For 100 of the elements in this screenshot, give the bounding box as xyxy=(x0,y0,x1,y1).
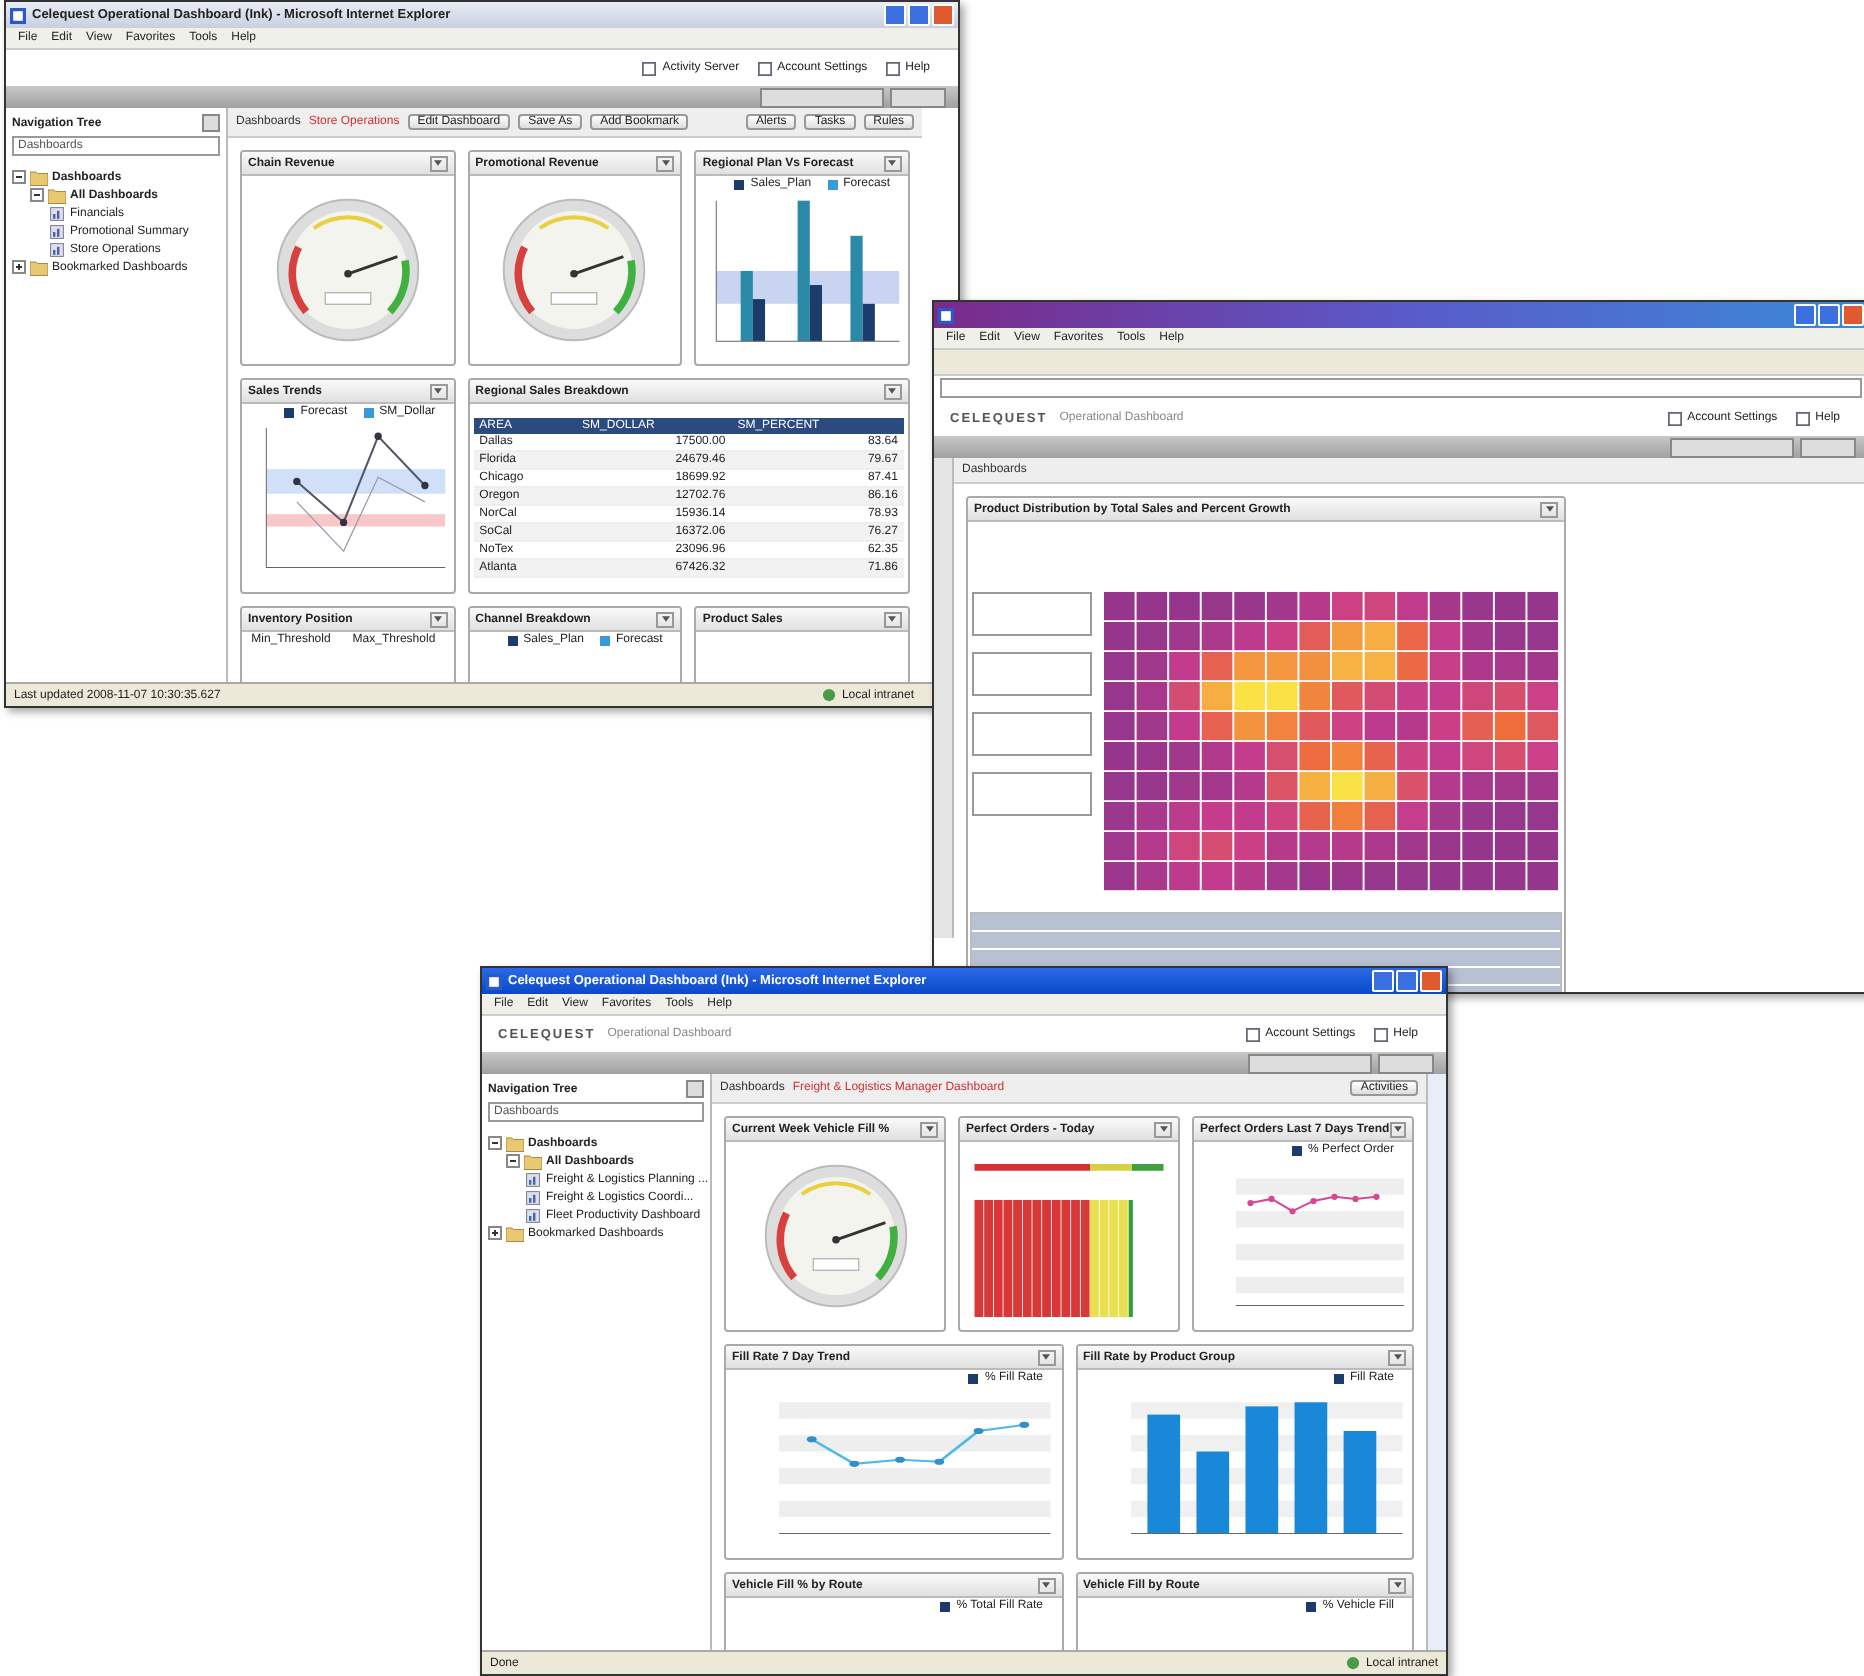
panel-menu-button[interactable] xyxy=(429,383,448,399)
filter-field[interactable] xyxy=(972,772,1092,816)
maximize-button[interactable] xyxy=(1396,970,1418,992)
tree-toggle[interactable] xyxy=(12,260,26,274)
tree-toggle[interactable] xyxy=(30,188,44,202)
data-point xyxy=(339,518,348,527)
panel-menu-button[interactable] xyxy=(1389,1121,1406,1137)
address-field[interactable] xyxy=(940,378,1862,398)
legend-swatch-icon xyxy=(1306,1601,1317,1611)
maximize-button[interactable] xyxy=(908,4,930,26)
data-point xyxy=(1352,1195,1359,1202)
legend-swatch-icon xyxy=(1333,1373,1344,1383)
legend-swatch-icon xyxy=(363,407,374,417)
page-icon xyxy=(1373,1027,1388,1041)
panel-menu-button[interactable] xyxy=(656,155,675,171)
folder-icon xyxy=(30,259,48,275)
caret-icon xyxy=(661,160,670,166)
caret-icon xyxy=(1159,1126,1167,1132)
data-point xyxy=(1247,1199,1254,1207)
toolbar-button[interactable] xyxy=(890,87,946,107)
pin-button[interactable] xyxy=(202,114,220,132)
panel-menu-button[interactable] xyxy=(1388,1577,1406,1593)
data-point xyxy=(806,1436,817,1443)
trend-line xyxy=(1250,1195,1377,1213)
legend-swatch-icon xyxy=(599,635,610,645)
data-point xyxy=(1268,1195,1275,1202)
minimize-button[interactable] xyxy=(884,4,906,26)
filter-field[interactable] xyxy=(972,592,1092,636)
caret-icon xyxy=(1393,1582,1401,1588)
data-point xyxy=(934,1458,945,1465)
page-icon xyxy=(757,61,772,75)
caret-icon xyxy=(1393,1126,1402,1132)
close-button[interactable] xyxy=(932,4,954,26)
caret-icon xyxy=(1393,1354,1401,1360)
caret-icon xyxy=(888,388,897,394)
page-icon xyxy=(642,61,657,75)
toolbar-button[interactable] xyxy=(760,87,884,107)
data-point xyxy=(895,1456,905,1463)
bar xyxy=(1342,1431,1376,1534)
toolbar-button[interactable] xyxy=(1248,1053,1372,1073)
page-icon xyxy=(1245,1027,1260,1041)
tree-toggle[interactable] xyxy=(506,1154,520,1168)
toolbar-button[interactable] xyxy=(1800,437,1856,457)
caret-icon xyxy=(1545,506,1553,512)
minimize-button[interactable] xyxy=(1794,304,1816,326)
caret-icon xyxy=(888,616,897,622)
caret-icon xyxy=(434,388,443,394)
filter-field[interactable] xyxy=(972,712,1092,756)
caret-icon xyxy=(1042,1582,1050,1588)
data-point xyxy=(1373,1193,1380,1200)
caret-icon xyxy=(661,616,670,622)
browser-icon xyxy=(10,7,26,23)
data-point xyxy=(293,477,301,486)
minimize-button[interactable] xyxy=(1372,970,1394,992)
close-button[interactable] xyxy=(1842,304,1864,326)
legend-swatch-icon xyxy=(968,1373,979,1383)
data-point xyxy=(849,1460,860,1467)
filter-field[interactable] xyxy=(972,652,1092,696)
globe-icon xyxy=(1345,1656,1360,1670)
legend-swatch-icon xyxy=(827,179,838,189)
close-button[interactable] xyxy=(1420,970,1442,992)
panel-menu-button[interactable] xyxy=(656,611,675,627)
panel-menu-button[interactable] xyxy=(883,611,902,627)
maximize-button[interactable] xyxy=(1818,304,1840,326)
panel-menu-button[interactable] xyxy=(883,155,902,171)
browser-icon xyxy=(486,973,502,989)
caret-icon xyxy=(1042,1354,1050,1360)
globe-icon xyxy=(821,688,836,702)
panel-menu-button[interactable] xyxy=(1154,1121,1172,1137)
bar xyxy=(1195,1451,1229,1534)
panel-menu-button[interactable] xyxy=(920,1121,938,1137)
panel-menu-button[interactable] xyxy=(883,383,902,399)
tree-toggle[interactable] xyxy=(488,1136,502,1150)
panel-menu-button[interactable] xyxy=(1388,1349,1406,1365)
folder-icon xyxy=(506,1225,524,1241)
caret-icon xyxy=(434,160,443,166)
trend-line xyxy=(296,434,426,525)
data-point xyxy=(1019,1421,1030,1428)
legend-swatch-icon xyxy=(507,635,518,645)
trend-line xyxy=(296,476,426,553)
panel-menu-button[interactable] xyxy=(1037,1349,1055,1365)
data-point xyxy=(1310,1197,1317,1205)
tree-toggle[interactable] xyxy=(488,1226,502,1240)
caret-icon xyxy=(925,1126,933,1132)
toolbar-button[interactable] xyxy=(1378,1053,1434,1073)
toolbar-button[interactable] xyxy=(1670,437,1794,457)
panel-menu-button[interactable] xyxy=(429,611,448,627)
pin-button[interactable] xyxy=(686,1080,704,1098)
bar xyxy=(1146,1414,1180,1534)
tree-toggle[interactable] xyxy=(12,170,26,184)
panel-menu-button[interactable] xyxy=(1037,1577,1055,1593)
panel-menu-button[interactable] xyxy=(429,155,448,171)
legend-swatch-icon xyxy=(734,179,745,189)
panel-menu-button[interactable] xyxy=(1540,501,1558,517)
data-point xyxy=(1331,1193,1338,1200)
browser-icon xyxy=(938,307,954,323)
scrollbar[interactable] xyxy=(1426,1074,1446,1650)
page-icon xyxy=(1667,411,1682,425)
page-icon xyxy=(885,61,900,75)
legend-swatch-icon xyxy=(940,1601,951,1611)
